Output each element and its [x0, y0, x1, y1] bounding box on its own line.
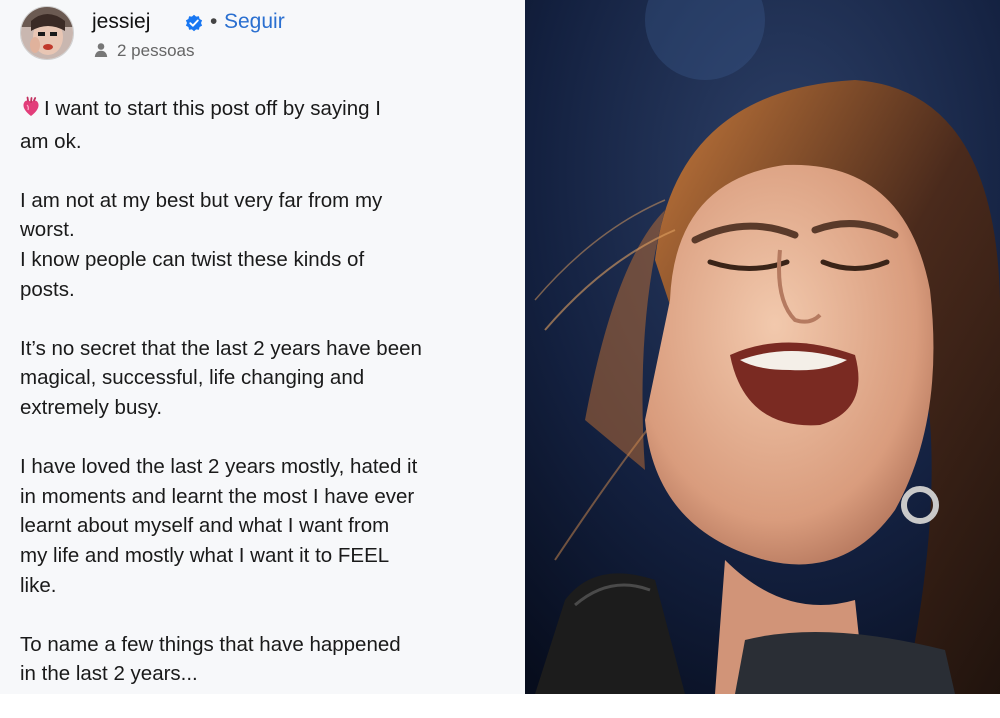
post-line: I know people can twist these kinds of: [20, 247, 365, 271]
post-line: posts.: [20, 277, 75, 301]
post-paragraph: I am not at my best but very far from my…: [20, 186, 490, 304]
follow-button[interactable]: Seguir: [224, 10, 285, 34]
post-paragraph: To name a few things that have happened …: [20, 630, 490, 689]
audience-count: 2 pessoas: [117, 41, 195, 60]
post-line: extremely busy.: [20, 395, 163, 419]
post-line: It’s no secret that the last 2 years hav…: [20, 336, 422, 360]
post-line: in the last 2 years...: [20, 662, 198, 686]
post-line: I have loved the last 2 years mostly, ha…: [20, 455, 418, 479]
post-text-panel: jessiej • Seguir 2 pessoas I want to sta…: [0, 0, 525, 694]
verified-badge-icon: [185, 14, 203, 32]
post-paragraph: I have loved the last 2 years mostly, ha…: [20, 452, 490, 600]
people-icon: [93, 42, 109, 58]
post-line: worst.: [20, 218, 75, 242]
post-line: I am not at my best but very far from my: [20, 188, 383, 212]
separator-dot: •: [210, 10, 218, 33]
author-username[interactable]: jessiej: [92, 10, 150, 34]
performer-photo: [525, 0, 1000, 694]
post-paragraph: I want to start this post off by saying …: [20, 94, 490, 156]
post-line: like.: [20, 573, 57, 597]
post-header: jessiej • Seguir 2 pessoas: [20, 6, 500, 66]
avatar[interactable]: [20, 6, 74, 60]
post-paragraph: It’s no secret that the last 2 years hav…: [20, 334, 490, 423]
post-line: my life and mostly what I want it to FEE…: [20, 543, 390, 567]
anatomical-heart-icon: [20, 96, 42, 127]
post-line: learnt about myself and what I want from: [20, 514, 390, 538]
post-line-text: I want to start this post off by saying …: [44, 97, 381, 120]
post-line: in moments and learnt the most I have ev…: [20, 484, 415, 508]
post-line: am ok.: [20, 129, 82, 153]
post-line: magical, successful, life changing and: [20, 366, 365, 390]
post-line: I want to start this post off by saying …: [20, 94, 490, 127]
post-line: To name a few things that have happened: [20, 632, 401, 656]
post-body: I want to start this post off by saying …: [20, 94, 490, 718]
